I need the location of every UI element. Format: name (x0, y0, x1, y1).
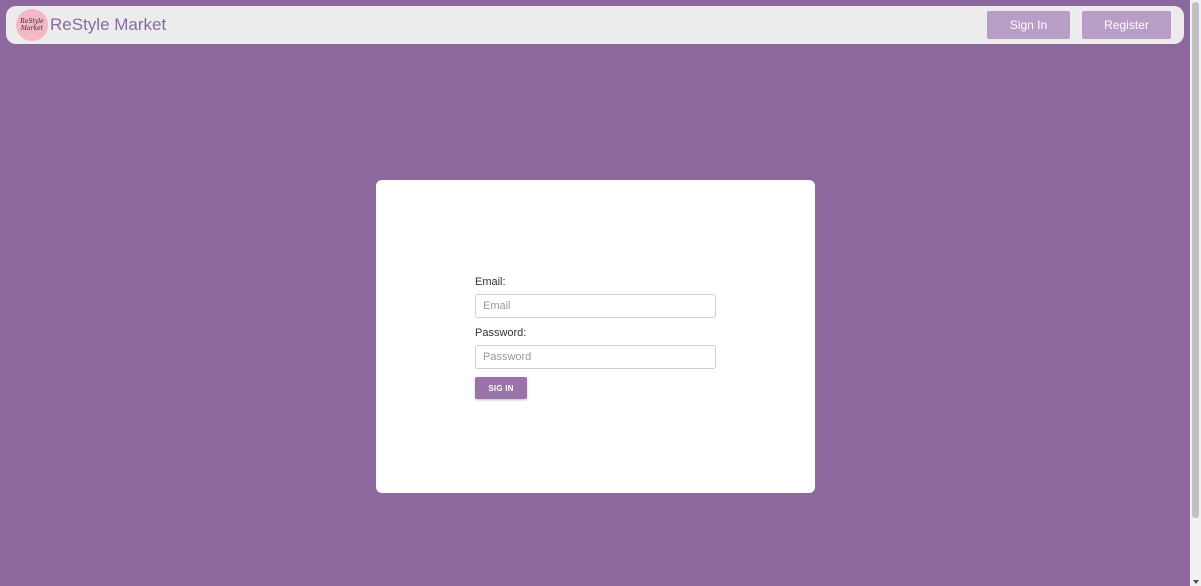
password-input[interactable] (475, 345, 716, 369)
nav-sign-in-button[interactable]: Sign In (987, 11, 1070, 39)
password-label: Password: (475, 327, 527, 339)
vertical-scrollbar[interactable] (1190, 0, 1201, 586)
email-input[interactable] (475, 294, 716, 318)
logo-text-line2: Market (20, 25, 44, 32)
logo-text-line1: ReStyle (20, 18, 44, 25)
nav-register-button[interactable]: Register (1082, 11, 1171, 39)
page: ReStyle Market ReStyle Market Sign In Re… (0, 0, 1201, 586)
sign-in-submit-button[interactable]: SIG IN (475, 377, 527, 399)
brand-name[interactable]: ReStyle Market (50, 15, 166, 35)
scroll-down-arrow-icon[interactable] (1193, 580, 1199, 584)
login-card: Email: Password: SIG IN (376, 180, 815, 493)
email-label: Email: (475, 276, 506, 288)
scrollbar-thumb[interactable] (1192, 2, 1199, 518)
logo[interactable]: ReStyle Market (16, 9, 48, 41)
navbar: ReStyle Market ReStyle Market Sign In Re… (6, 6, 1184, 44)
